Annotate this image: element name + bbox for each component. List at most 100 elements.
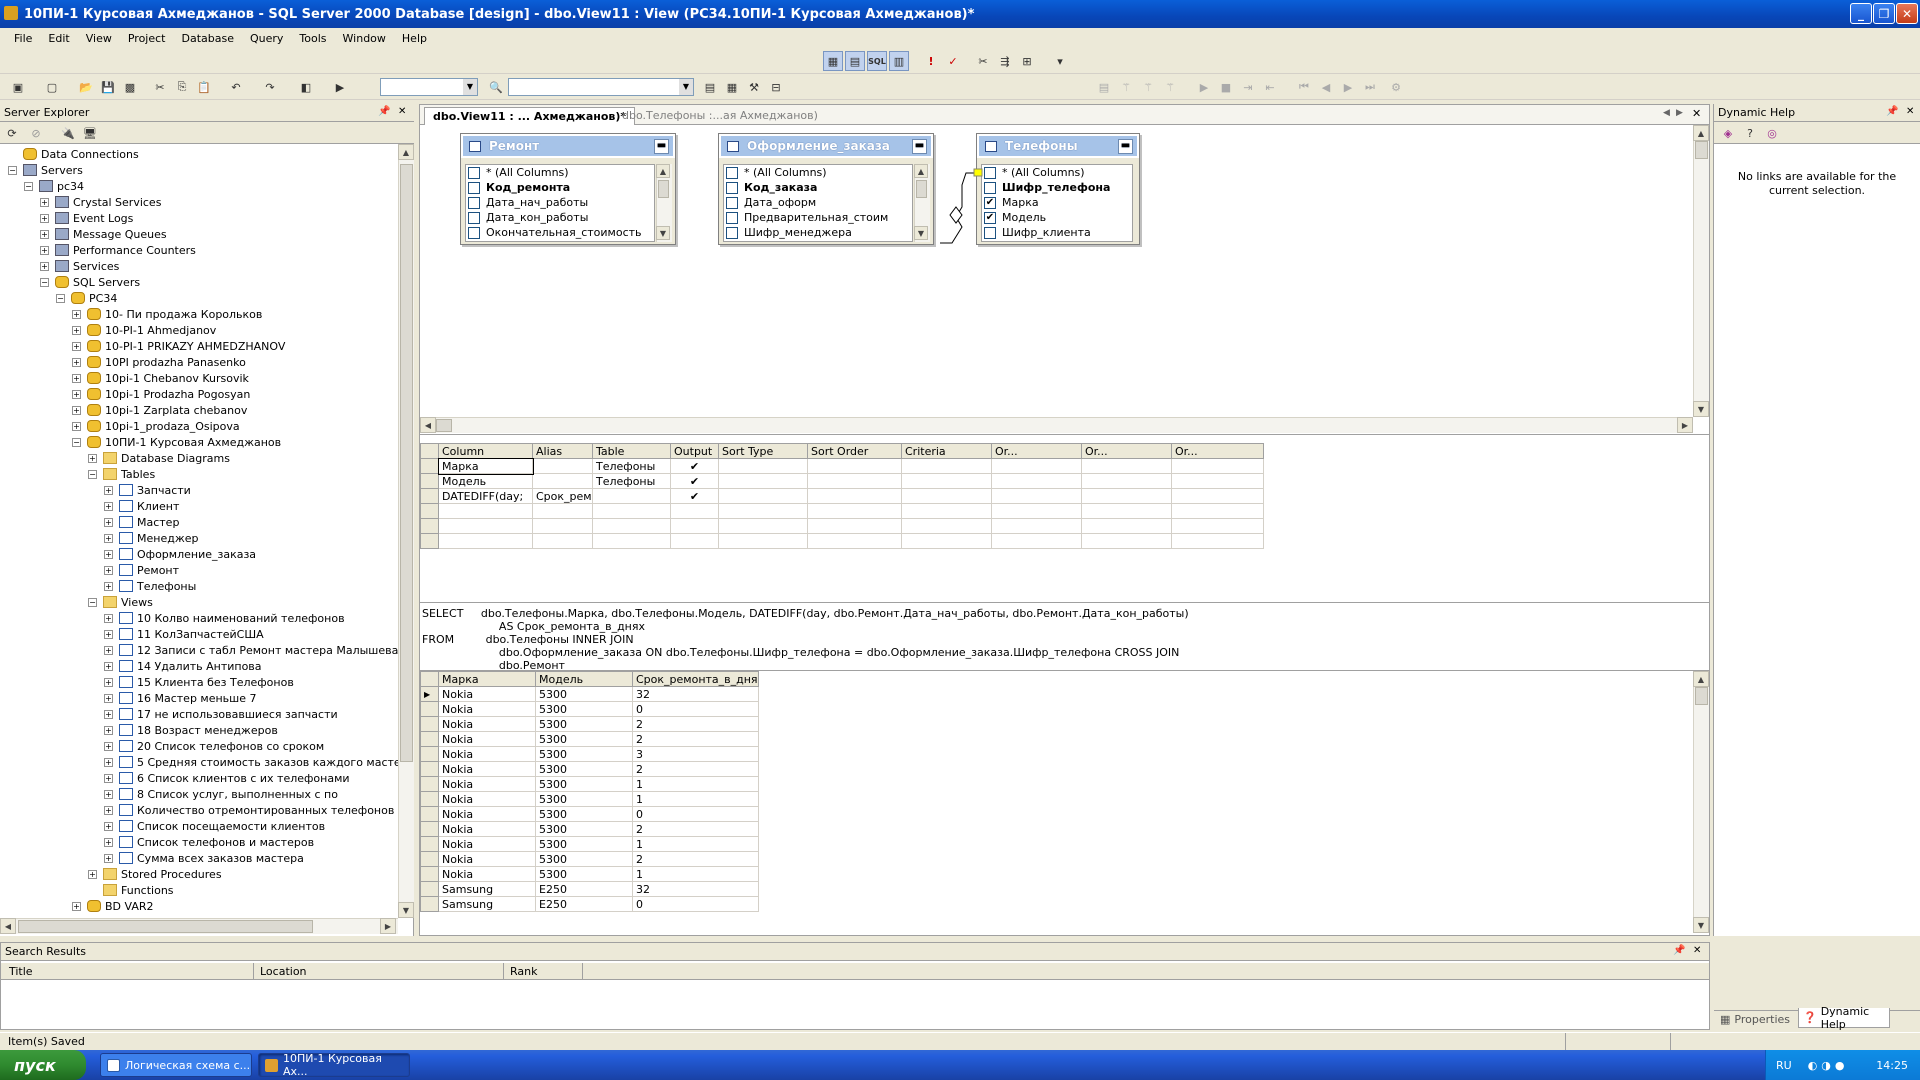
expand-icon[interactable]: + bbox=[72, 901, 81, 911]
pin-icon[interactable]: 📌 bbox=[1673, 945, 1685, 956]
expand-icon[interactable]: + bbox=[104, 629, 113, 639]
grid-cell[interactable]: Марка bbox=[437, 457, 534, 475]
pin-icon[interactable]: 📌 bbox=[378, 106, 390, 117]
result-column-header[interactable]: Модель bbox=[535, 671, 633, 687]
tree-node[interactable]: + Сумма всех заказов мастера bbox=[104, 850, 304, 866]
stop-icon[interactable]: ■ bbox=[1216, 77, 1236, 97]
table-column-row[interactable]: Дата_нач_работы bbox=[466, 195, 654, 210]
tree-node[interactable]: + Клиент bbox=[104, 498, 179, 514]
result-cell[interactable]: Nokia bbox=[438, 716, 536, 732]
expand-icon[interactable]: + bbox=[40, 261, 49, 271]
tree-node[interactable]: +12 Записи с табл Ремонт мастера Малышев… bbox=[104, 642, 398, 658]
result-cell[interactable]: Nokia bbox=[438, 866, 536, 882]
result-cell[interactable]: Nokia bbox=[438, 836, 536, 852]
minimize-table-icon[interactable]: ▬ bbox=[912, 139, 927, 154]
grid-cell[interactable]: ✔ bbox=[670, 473, 719, 489]
row-selector[interactable] bbox=[420, 776, 439, 792]
scroll-right-icon[interactable]: ▶ bbox=[1677, 417, 1693, 433]
options-icon[interactable]: ⚙ bbox=[1386, 77, 1406, 97]
expand-icon[interactable]: + bbox=[104, 853, 113, 863]
result-cell[interactable]: 5300 bbox=[535, 866, 633, 882]
start-button[interactable]: пуск bbox=[0, 1050, 86, 1080]
expand-icon[interactable]: + bbox=[104, 581, 113, 591]
language-indicator[interactable]: RU bbox=[1776, 1059, 1792, 1072]
collapse-icon[interactable]: − bbox=[8, 165, 17, 175]
result-row[interactable]: Nokia 5300 0 bbox=[420, 806, 759, 822]
column-checkbox[interactable] bbox=[726, 211, 738, 224]
grid-column-header[interactable]: Or... bbox=[1171, 443, 1264, 459]
tab-scroll-right-icon[interactable]: ▶ bbox=[1676, 108, 1683, 118]
grid-cell[interactable]: Срок_ремо bbox=[532, 488, 593, 504]
tree-node[interactable]: + Crystal Services bbox=[40, 194, 161, 210]
result-cell[interactable]: 2 bbox=[632, 851, 759, 867]
column-checkbox[interactable] bbox=[726, 181, 738, 194]
expand-icon[interactable]: + bbox=[40, 197, 49, 207]
row-selector[interactable] bbox=[420, 518, 439, 534]
show-grid-pane-icon[interactable]: ▤ bbox=[845, 51, 865, 71]
row-selector[interactable] bbox=[420, 821, 439, 837]
row-selector[interactable] bbox=[420, 473, 439, 489]
grid-row[interactable]: Марка Телефоны ✔ bbox=[420, 457, 1264, 475]
result-cell[interactable]: 3 bbox=[632, 746, 759, 762]
show-sql-pane-icon[interactable]: SQL bbox=[867, 51, 887, 71]
connect-database-icon[interactable]: 🔌 bbox=[58, 123, 78, 143]
expand-icon[interactable]: + bbox=[104, 565, 113, 575]
toolbox-icon[interactable]: ⚒ bbox=[744, 77, 764, 97]
tree-node[interactable]: +18 Возраст менеджеров bbox=[104, 722, 278, 738]
grid-cell[interactable] bbox=[532, 503, 593, 519]
result-cell[interactable]: 32 bbox=[632, 881, 759, 897]
result-cell[interactable]: 5300 bbox=[535, 761, 633, 777]
tray-icons[interactable]: ◐◑● bbox=[1808, 1059, 1849, 1072]
result-column-header[interactable]: Марка bbox=[438, 671, 536, 687]
grid-cell[interactable] bbox=[991, 458, 1082, 474]
show-results-pane-icon[interactable]: ▥ bbox=[889, 51, 909, 71]
table-column-row[interactable]: Дата_оформ bbox=[724, 195, 912, 210]
result-cell[interactable]: 1 bbox=[632, 791, 759, 807]
table-column-row[interactable]: Шифр_клиента bbox=[982, 225, 1132, 240]
tree-node[interactable]: + Менеджер bbox=[104, 530, 198, 546]
result-cell[interactable]: Nokia bbox=[438, 686, 536, 702]
paste-icon[interactable]: 📋 bbox=[194, 77, 214, 97]
join-line[interactable] bbox=[934, 145, 984, 245]
grid-cell[interactable] bbox=[807, 488, 902, 504]
first-record-icon[interactable]: ⏮ bbox=[1294, 77, 1314, 97]
column-location[interactable]: Location bbox=[253, 963, 307, 979]
result-cell[interactable]: 5300 bbox=[535, 836, 633, 852]
tree-horizontal-scrollbar[interactable]: ◀ ▶ bbox=[0, 918, 398, 934]
grid-cell[interactable] bbox=[1171, 518, 1264, 534]
grid-cell[interactable] bbox=[807, 533, 902, 549]
collapse-icon[interactable]: − bbox=[56, 293, 65, 303]
menu-help[interactable]: Help bbox=[394, 32, 435, 45]
open-file-icon[interactable]: 📂 bbox=[76, 77, 96, 97]
menu-file[interactable]: File bbox=[6, 32, 40, 45]
grid-cell[interactable] bbox=[991, 533, 1082, 549]
result-cell[interactable]: Nokia bbox=[438, 731, 536, 747]
result-cell[interactable]: 5300 bbox=[535, 776, 633, 792]
grid-cell[interactable] bbox=[991, 503, 1082, 519]
navigate-backward-icon[interactable]: ◧ bbox=[296, 77, 316, 97]
expand-icon[interactable]: + bbox=[72, 341, 81, 351]
menu-view[interactable]: View bbox=[78, 32, 120, 45]
grid-cell[interactable] bbox=[807, 458, 902, 474]
expand-icon[interactable]: + bbox=[104, 485, 113, 495]
result-row[interactable]: Samsung E250 0 bbox=[420, 896, 759, 912]
scroll-right-icon[interactable]: ▶ bbox=[380, 918, 396, 934]
grid-cell[interactable] bbox=[807, 503, 902, 519]
table-column-row[interactable]: * (All Columns) bbox=[724, 165, 912, 180]
column-checkbox[interactable]: ✔ bbox=[984, 211, 996, 224]
search-icon[interactable]: ◎ bbox=[1762, 123, 1782, 143]
grid-cell[interactable] bbox=[1081, 458, 1172, 474]
grid-cell[interactable] bbox=[1081, 518, 1172, 534]
close-button[interactable]: ✕ bbox=[1896, 3, 1918, 24]
debug-icon[interactable]: ⚚ bbox=[1116, 77, 1136, 97]
expand-icon[interactable]: + bbox=[72, 325, 81, 335]
maximize-button[interactable]: ❐ bbox=[1873, 3, 1895, 24]
result-cell[interactable]: 0 bbox=[632, 896, 759, 912]
index-icon[interactable]: ? bbox=[1740, 123, 1760, 143]
minimize-button[interactable]: _ bbox=[1850, 3, 1872, 24]
close-icon[interactable]: ✕ bbox=[1906, 106, 1914, 117]
result-row[interactable]: Nokia 5300 1 bbox=[420, 836, 759, 852]
grid-column-header[interactable]: Sort Order bbox=[807, 443, 902, 459]
tree-node[interactable]: + Мастер bbox=[104, 514, 179, 530]
result-cell[interactable]: Nokia bbox=[438, 761, 536, 777]
